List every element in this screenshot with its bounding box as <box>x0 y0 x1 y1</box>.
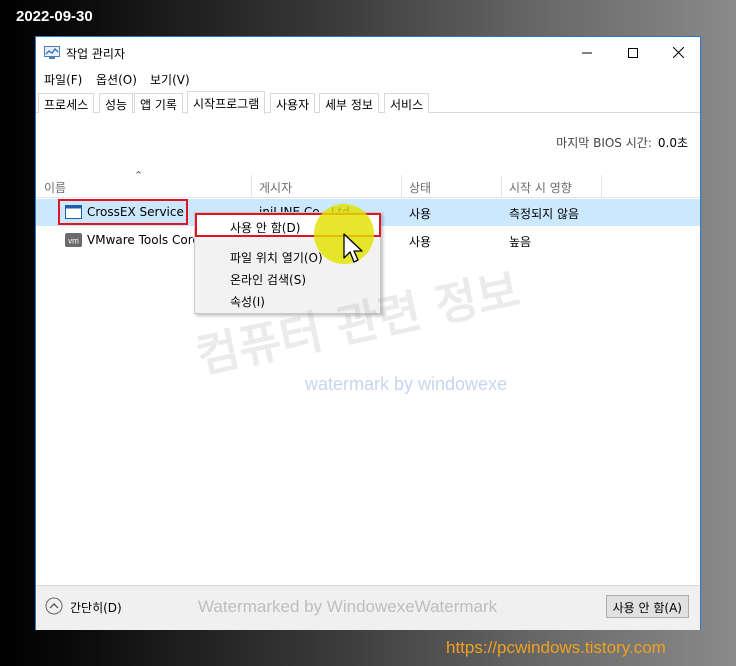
column-name[interactable]: 이름 <box>44 179 66 196</box>
vmware-icon: vm <box>65 233 82 247</box>
tab-bar: 프로세스 성능 앱 기록 시작프로그램 사용자 세부 정보 서비스 <box>36 91 700 114</box>
maximize-button[interactable] <box>610 37 656 68</box>
menu-options[interactable]: 옵션(O) <box>96 71 137 88</box>
column-publisher[interactable]: 게시자 <box>259 179 292 196</box>
row-impact: 높음 <box>509 235 532 249</box>
tab-startup[interactable]: 시작프로그램 <box>187 91 266 114</box>
row-impact: 측정되지 않음 <box>509 207 580 221</box>
chevron-up-icon[interactable] <box>45 597 63 615</box>
tab-users[interactable]: 사용자 <box>270 93 316 113</box>
maximize-icon <box>628 47 638 58</box>
context-item-search-online[interactable]: 온라인 검색(S) <box>195 267 380 289</box>
task-manager-icon <box>44 46 60 59</box>
blog-url: https://pcwindows.tistory.com <box>446 638 666 657</box>
footer-watermark: Watermarked by WindowexeWatermark <box>198 597 498 616</box>
tab-performance[interactable]: 성능 <box>99 93 134 113</box>
title-bar[interactable]: 작업 관리자 <box>36 37 700 68</box>
column-divider[interactable] <box>501 175 502 197</box>
fewer-details-link[interactable]: 간단히(D) <box>70 599 122 616</box>
row-name: VMware Tools Core <box>87 233 200 247</box>
bios-time: 마지막 BIOS 시간: 0.0초 <box>556 134 688 151</box>
column-divider[interactable] <box>251 175 252 197</box>
row-status: 사용 <box>409 207 432 221</box>
column-divider[interactable] <box>601 175 602 197</box>
tab-services[interactable]: 서비스 <box>384 93 430 113</box>
column-divider[interactable] <box>401 175 402 197</box>
menu-file[interactable]: 파일(F) <box>44 71 82 88</box>
footer-bar: 간단히(D) Watermarked by WindowexeWatermark… <box>36 585 700 630</box>
column-header: ⌃ 이름 게시자 상태 시작 시 영향 <box>36 169 700 198</box>
mouse-pointer-icon <box>343 233 363 263</box>
tab-app-history[interactable]: 앱 기록 <box>134 93 183 113</box>
english-watermark: watermark by windowexe <box>305 374 508 394</box>
menu-view[interactable]: 보기(V) <box>150 71 190 88</box>
svg-text:vm: vm <box>68 237 79 246</box>
close-icon <box>672 47 684 58</box>
tab-details[interactable]: 세부 정보 <box>319 93 379 113</box>
bios-time-label: 마지막 BIOS 시간: <box>556 136 652 150</box>
close-button[interactable] <box>655 37 701 68</box>
menu-bar: 파일(F) 옵션(O) 보기(V) <box>36 68 700 90</box>
column-impact[interactable]: 시작 시 영향 <box>509 179 572 196</box>
row-status: 사용 <box>409 235 432 249</box>
minimize-icon <box>582 52 592 53</box>
column-status[interactable]: 상태 <box>409 179 431 196</box>
window-title: 작업 관리자 <box>66 47 126 61</box>
sort-ascending-icon: ⌃ <box>134 169 144 182</box>
tab-processes[interactable]: 프로세스 <box>38 93 95 113</box>
bios-time-value: 0.0초 <box>657 136 688 150</box>
minimize-button[interactable] <box>564 37 610 68</box>
date-stamp: 2022-09-30 <box>16 8 93 25</box>
disable-button[interactable]: 사용 안 함(A) <box>605 595 689 618</box>
highlight-box <box>58 199 188 225</box>
